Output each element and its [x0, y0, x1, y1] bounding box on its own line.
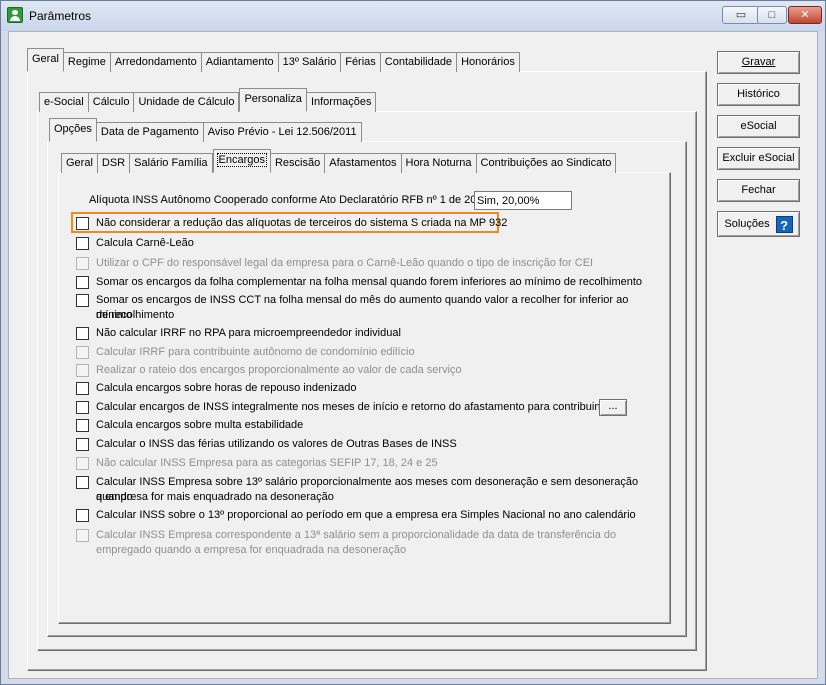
- tab-contribuicoes-sindicato[interactable]: Contribuições ao Sindicato: [476, 153, 617, 173]
- checkbox: [76, 529, 89, 542]
- fechar-button[interactable]: Fechar: [717, 179, 800, 202]
- tab-opcoes[interactable]: Opções: [49, 118, 97, 142]
- tab-contabilidade[interactable]: Contabilidade: [380, 52, 458, 72]
- tabs-main: Geral Regime Arredondamento Adiantamento…: [27, 48, 520, 72]
- checkbox[interactable]: [76, 401, 89, 414]
- tabs-level3: Opções Data de Pagamento Aviso Prévio - …: [49, 118, 362, 142]
- tab-afastamentos[interactable]: Afastamentos: [325, 153, 402, 173]
- minimize-button[interactable]: ▭: [722, 6, 760, 24]
- excluir-esocial-button[interactable]: Excluir eSocial: [717, 147, 800, 170]
- tab-ferias[interactable]: Férias: [341, 52, 381, 72]
- tab-dsr[interactable]: DSR: [97, 153, 131, 173]
- tab-13-salario[interactable]: 13º Salário: [278, 52, 342, 72]
- tab-geral-sub[interactable]: Geral: [61, 153, 98, 173]
- tab-data-de-pagamento[interactable]: Data de Pagamento: [96, 122, 204, 142]
- tab-geral[interactable]: Geral: [27, 48, 64, 72]
- checkbox: [76, 346, 89, 359]
- title-bar[interactable]: Parâmetros ▭ □ ✕: [1, 1, 825, 31]
- tab-salario-familia[interactable]: Salário Família: [130, 153, 213, 173]
- tab-informacoes[interactable]: Informações: [306, 92, 377, 112]
- esocial-button[interactable]: eSocial: [717, 115, 800, 138]
- tab-adiantamento[interactable]: Adiantamento: [201, 52, 279, 72]
- tab-calculo[interactable]: Cálculo: [88, 92, 135, 112]
- tab-encargos[interactable]: Encargos: [212, 149, 271, 173]
- maximize-icon: □: [768, 9, 776, 21]
- tab-unidade-de-calculo[interactable]: Unidade de Cálculo: [134, 92, 240, 112]
- close-icon: ✕: [800, 9, 810, 21]
- minimize-icon: ▭: [735, 9, 747, 21]
- checkbox: [76, 257, 89, 270]
- checkbox: [76, 364, 89, 377]
- help-icon: ?: [775, 215, 793, 233]
- tab-esocial[interactable]: e-Social: [39, 92, 89, 112]
- checkbox[interactable]: [76, 419, 89, 432]
- tab-hora-noturna[interactable]: Hora Noturna: [401, 153, 477, 173]
- checkbox[interactable]: [76, 438, 89, 451]
- checkbox[interactable]: [76, 327, 89, 340]
- checkbox: [76, 457, 89, 470]
- historico-button[interactable]: Histórico: [717, 83, 800, 106]
- app-icon: [7, 7, 23, 23]
- tab-regime[interactable]: Regime: [63, 52, 111, 72]
- tab-arredondamento[interactable]: Arredondamento: [110, 52, 202, 72]
- solucoes-button[interactable]: Soluções?: [717, 211, 800, 237]
- gravar-button[interactable]: Gravar: [717, 51, 800, 74]
- checkbox[interactable]: [76, 276, 89, 289]
- tab-personaliza[interactable]: Personaliza: [239, 88, 307, 112]
- checkbox[interactable]: [76, 509, 89, 522]
- maximize-button[interactable]: □: [757, 6, 787, 24]
- tabs-level4: Geral DSR Salário Família Encargos Resci…: [61, 149, 617, 173]
- tab-aviso-previo[interactable]: Aviso Prévio - Lei 12.506/2011: [203, 122, 362, 142]
- parametros-window: Parâmetros ▭ □ ✕ Geral Regime Arredondam…: [0, 0, 826, 685]
- tabs-level2: e-Social Cálculo Unidade de Cálculo Pers…: [39, 88, 377, 112]
- close-button[interactable]: ✕: [788, 6, 822, 24]
- aliquota-label: Alíquota INSS Autônomo Cooperado conform…: [89, 194, 492, 206]
- window-title: Parâmetros: [29, 9, 92, 23]
- checkbox[interactable]: [76, 382, 89, 395]
- aliquota-input[interactable]: [474, 191, 572, 210]
- more-options-button[interactable]: ...: [599, 399, 627, 416]
- tab-rescisao[interactable]: Rescisão: [270, 153, 326, 173]
- checkbox[interactable]: [76, 476, 89, 489]
- checkbox[interactable]: [76, 237, 89, 250]
- checkbox[interactable]: [76, 217, 89, 230]
- tab-honorarios[interactable]: Honorários: [457, 52, 520, 72]
- checkbox[interactable]: [76, 294, 89, 307]
